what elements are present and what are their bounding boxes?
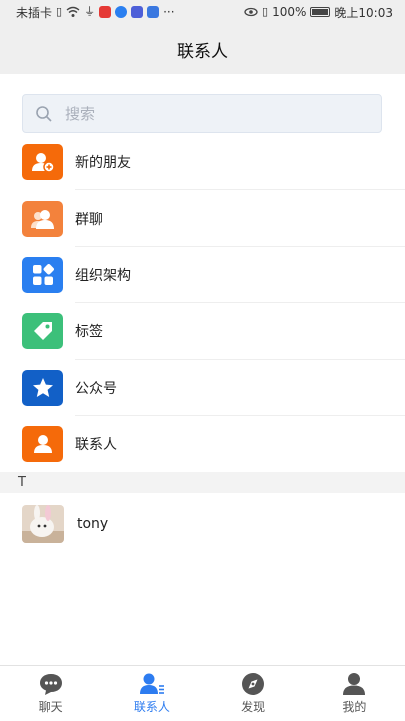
page-header: 联系人 [0,24,405,74]
status-bar: 未插卡 ▯ ⏚ ··· ▯ 100% 晚上10:03 [0,0,405,24]
clock: 晚上10:03 [334,5,393,20]
menu-item-new-friends[interactable]: 新的朋友 [0,134,405,191]
tag-icon [22,313,63,350]
status-left: 未插卡 ▯ ⏚ ··· [16,4,175,21]
tab-label: 联系人 [133,700,170,714]
carrier-text: 未插卡 [16,5,53,20]
eye-icon [244,7,258,17]
app-notification-icon-user [147,6,160,18]
menu-item-label: 新的朋友 [75,155,131,172]
tab-discover[interactable]: 发现 [203,666,304,721]
compass-icon [242,673,265,695]
menu-item-contacts[interactable]: 联系人 [0,416,405,472]
sim-icon: ▯ [56,5,63,18]
menu-item-group-chat[interactable]: 群聊 [0,190,405,247]
contact-icon [22,426,63,463]
tab-label: 我的 [342,700,367,714]
menu-item-label: 群聊 [75,211,103,228]
more-notifications-icon: ··· [163,5,175,19]
usb-icon: ⏚ [84,5,96,18]
battery-percent: 100% [272,5,307,19]
contact-name: tony [77,516,109,532]
star-icon [22,369,63,406]
menu-item-tags[interactable]: 标签 [0,303,405,360]
menu-item-label: 联系人 [75,437,117,454]
menu-item-label: 组织架构 [75,267,131,284]
status-right: ▯ 100% 晚上10:03 [244,4,393,21]
wifi-icon [66,6,80,17]
app-notification-icon-red [99,6,112,18]
organization-icon [22,256,63,293]
menu-item-official-accounts[interactable]: 公众号 [0,360,405,416]
app-notification-icon-indigo [131,6,144,18]
profile-icon [343,673,366,695]
tab-label: 聊天 [38,700,63,714]
section-letter: T [18,475,26,490]
section-header: T [0,472,405,493]
group-chat-icon [22,200,63,237]
vibrate-icon: ▯ [262,5,269,18]
search-icon [36,105,52,122]
page-title: 联系人 [177,41,228,62]
tab-contacts[interactable]: 联系人 [101,666,202,721]
avatar [22,505,64,543]
search-bar[interactable] [22,94,382,133]
app-notification-icon-blue [115,6,128,18]
menu-item-organization[interactable]: 组织架构 [0,247,405,304]
tab-label: 发现 [241,700,266,714]
tab-profile[interactable]: 我的 [304,666,405,721]
search-input[interactable] [63,103,347,124]
add-friend-icon [22,144,63,181]
contacts-menu: 新的朋友 群聊 组织架构 标签 公众号 联系人 [0,134,405,472]
menu-item-label: 标签 [75,324,103,341]
tab-chat[interactable]: 聊天 [0,666,101,721]
contact-row[interactable]: tony [0,497,405,551]
contacts-icon [139,673,164,694]
chat-icon [39,674,62,695]
bottom-tab-bar: 聊天 联系人 发现 我的 [0,665,405,721]
battery-icon [310,7,331,17]
menu-item-label: 公众号 [75,380,117,397]
